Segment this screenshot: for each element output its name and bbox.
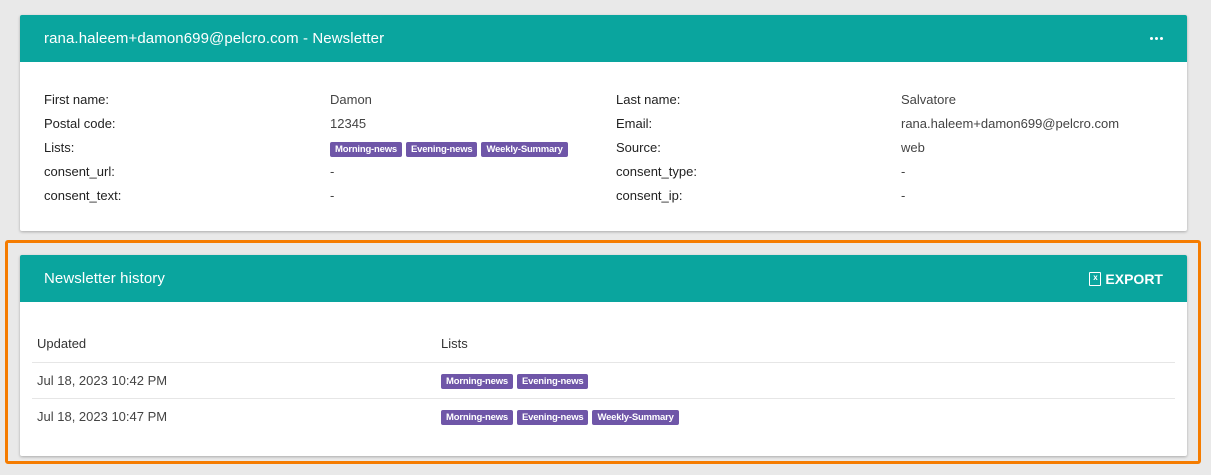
detail-row-name: First name: Damon Last name: Salvatore [44,91,1163,115]
consent-url-value: - [330,164,335,179]
email-value: rana.haleem+damon699@pelcro.com [901,116,1120,131]
lists-tags: Morning-news Evening-news Weekly-Summary [330,140,572,158]
last-name-value: Salvatore [901,92,956,107]
column-header-lists: Lists [441,336,468,351]
consent-url-label: consent_url: [44,164,115,179]
excel-file-icon: x [1089,271,1102,286]
details-grid: First name: Damon Last name: Salvatore P… [44,91,1163,211]
details-card-header: rana.haleem+damon699@pelcro.com - Newsle… [20,15,1187,62]
lists-cell: Morning-news Evening-news [441,373,592,390]
consent-ip-value: - [901,188,906,203]
email-label: Email: [616,116,653,131]
export-button[interactable]: x EXPORT [1089,271,1163,287]
postal-code-label: Postal code: [44,116,116,131]
updated-cell: Jul 18, 2023 10:42 PM [37,373,168,388]
consent-ip-label: consent_ip: [616,188,683,203]
list-tag: Morning-news [441,374,513,390]
history-card-header: Newsletter history x EXPORT [20,255,1187,302]
updated-cell: Jul 18, 2023 10:47 PM [37,409,168,424]
first-name-value: Damon [330,92,372,107]
table-header-row: Updated Lists [32,327,1175,363]
list-tag: Weekly-Summary [481,142,568,158]
details-card-title: rana.haleem+damon699@pelcro.com - Newsle… [44,30,385,47]
lists-cell: Morning-news Evening-news Weekly-Summary [441,409,683,426]
column-header-updated: Updated [37,336,87,351]
list-tag: Weekly-Summary [592,410,679,426]
consent-type-value: - [901,164,906,179]
consent-type-label: consent_type: [616,164,697,179]
source-value: web [901,140,925,155]
consent-text-value: - [330,188,335,203]
source-label: Source: [616,140,661,155]
postal-code-value: 12345 [330,116,367,131]
list-tag: Evening-news [406,142,478,158]
export-label: EXPORT [1105,270,1163,287]
consent-text-label: consent_text: [44,188,122,203]
first-name-label: First name: [44,92,110,107]
detail-row-consent-url-type: consent_url: - consent_type: - [44,163,1163,187]
list-tag: Evening-news [517,410,589,426]
detail-row-consent-text-ip: consent_text: - consent_ip: - [44,187,1163,211]
list-tag: Morning-news [441,410,513,426]
list-tag: Morning-news [330,142,402,158]
lists-label: Lists: [44,140,75,155]
more-horizontal-icon [1150,37,1153,40]
list-tag: Evening-news [517,374,589,390]
history-card-title: Newsletter history [44,270,166,287]
table-row: Jul 18, 2023 10:47 PM Morning-news Evenin… [32,399,1175,434]
table-row: Jul 18, 2023 10:42 PM Morning-news Evenin… [32,363,1175,399]
more-options-button[interactable] [1150,33,1163,44]
history-table: Updated Lists Jul 18, 2023 10:42 PM Morn… [32,327,1175,434]
more-dot [1160,37,1163,40]
newsletter-history-card: Newsletter history x EXPORT Updated List… [20,255,1187,456]
more-dot [1155,37,1158,40]
newsletter-details-card: rana.haleem+damon699@pelcro.com - Newsle… [20,15,1187,231]
last-name-label: Last name: [616,92,681,107]
detail-row-postal-email: Postal code: 12345 Email: rana.haleem+da… [44,115,1163,139]
detail-row-lists-source: Lists: Morning-news Evening-news Weekly-Su… [44,139,1163,163]
